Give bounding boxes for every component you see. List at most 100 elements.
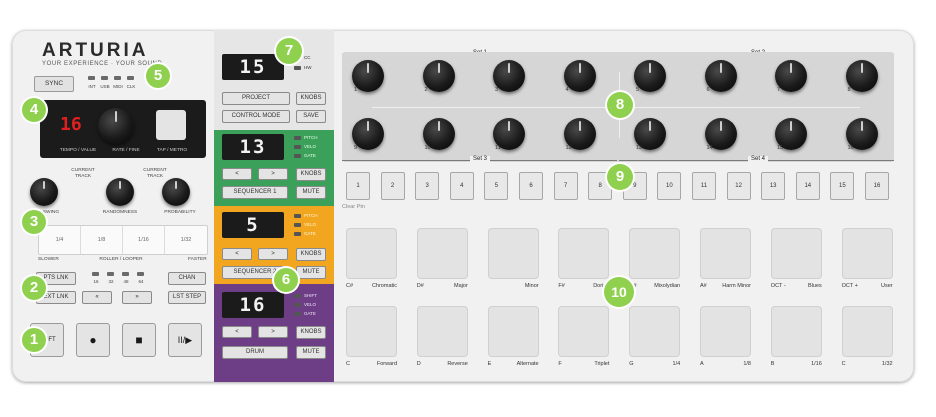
- stop-button[interactable]: ■: [122, 323, 156, 357]
- sync-led-usb: [101, 76, 108, 80]
- pad-function-label: 1/32: [881, 361, 893, 367]
- encoder-number: 3: [495, 87, 499, 93]
- swing-knob[interactable]: [30, 178, 58, 206]
- drum-pad[interactable]: [770, 306, 822, 357]
- last-step-button[interactable]: LST STEP: [168, 291, 206, 304]
- seq2-next-button[interactable]: >: [258, 248, 288, 260]
- drum-pad[interactable]: [558, 306, 610, 357]
- drum-pad[interactable]: [416, 228, 468, 279]
- step-button[interactable]: 14: [795, 172, 820, 200]
- roller-cell[interactable]: 1/8: [81, 226, 123, 254]
- seq2-knobs-button[interactable]: KNOBS: [296, 248, 326, 261]
- pad-function-label: Mixolydian: [654, 283, 681, 289]
- roller-touch-strip[interactable]: 1/4 1/8 1/16 1/32: [38, 225, 208, 255]
- save-button[interactable]: SAVE: [296, 110, 326, 123]
- length-forward-button[interactable]: »: [122, 291, 152, 304]
- step-button[interactable]: 7: [553, 172, 578, 200]
- seq2-prev-button[interactable]: <: [222, 248, 252, 260]
- pad-function-label: Alternate: [516, 361, 539, 367]
- encoder-number: 10: [424, 145, 431, 151]
- shift-led: [294, 294, 301, 298]
- length-label: 32: [108, 279, 114, 284]
- set-4-label: Set 4: [748, 156, 769, 162]
- length-led-32: [107, 272, 114, 276]
- drum-pad[interactable]: [487, 306, 539, 357]
- drum-pad[interactable]: [629, 228, 681, 279]
- drum-mute-button[interactable]: MUTE: [296, 346, 326, 359]
- seq1-prev-button[interactable]: <: [222, 168, 252, 180]
- seq1-knobs-button[interactable]: KNOBS: [296, 168, 326, 181]
- sync-button[interactable]: SYNC: [34, 76, 74, 92]
- probability-label: PROBABILITY: [164, 210, 196, 215]
- length-label: 64: [138, 279, 144, 284]
- drum-pad[interactable]: [346, 306, 397, 357]
- drum-pad[interactable]: [346, 228, 397, 279]
- pitch-label: PITCH: [304, 135, 318, 140]
- step-button[interactable]: 12: [726, 172, 751, 200]
- step-button[interactable]: 16: [865, 172, 889, 200]
- roller-cell[interactable]: 1/16: [123, 226, 165, 254]
- probability-knob[interactable]: [162, 178, 190, 206]
- drum-prev-button[interactable]: <: [222, 326, 252, 338]
- record-button[interactable]: ●: [76, 323, 110, 357]
- length-back-button[interactable]: «: [82, 291, 112, 304]
- step-button[interactable]: 5: [484, 172, 509, 200]
- chan-button[interactable]: CHAN: [168, 272, 206, 285]
- slower-label: SLOWER: [38, 257, 59, 262]
- project-button[interactable]: PROJECT: [222, 92, 290, 105]
- tap-pad[interactable]: [156, 110, 186, 140]
- callout-badge: 10: [604, 277, 634, 307]
- drum-pad[interactable]: [558, 228, 610, 279]
- project-block: 15 CC HW PROJECT KNOBS CONTROL MODE SAVE: [214, 30, 334, 130]
- step-button[interactable]: 2: [380, 172, 405, 200]
- seq1-next-button[interactable]: >: [258, 168, 288, 180]
- drum-button[interactable]: DRUM: [222, 346, 288, 359]
- callout-badge: 6: [274, 268, 298, 292]
- drum-pad[interactable]: [841, 306, 893, 357]
- pitch-led: [294, 214, 301, 218]
- pad-function-label: Reverse: [447, 361, 468, 367]
- drum-next-button[interactable]: >: [258, 326, 288, 338]
- step-button[interactable]: 15: [830, 172, 855, 200]
- pitch-label: PITCH: [304, 213, 318, 218]
- seq2-mute-button[interactable]: MUTE: [296, 266, 326, 279]
- step-button[interactable]: 6: [519, 172, 543, 200]
- drum-pad[interactable]: [841, 228, 893, 279]
- pad-function-label: Major: [454, 283, 468, 289]
- drum-pad[interactable]: [700, 306, 751, 357]
- step-button[interactable]: 4: [449, 172, 474, 200]
- hw-label: HW: [304, 65, 312, 70]
- step-button[interactable]: 10: [657, 172, 682, 200]
- step-button[interactable]: 1: [346, 172, 370, 200]
- hw-led: [294, 66, 301, 70]
- pad-function-label: User: [880, 283, 893, 289]
- faster-label: FASTER: [188, 257, 207, 262]
- step-button[interactable]: 3: [415, 172, 440, 200]
- pad-function-label: Forward: [376, 361, 397, 367]
- seq2-display: 5: [222, 212, 284, 238]
- encoder-number: 7: [777, 87, 781, 93]
- roller-cell[interactable]: 1/32: [165, 226, 207, 254]
- roller-cell[interactable]: 1/4: [39, 226, 81, 254]
- drum-pad[interactable]: [700, 228, 751, 279]
- step-button[interactable]: 13: [761, 172, 786, 200]
- current-track-label: CURRENT TRACK: [143, 168, 167, 179]
- brand-logo: ARTURIA: [42, 40, 149, 61]
- play-pause-button[interactable]: II/▶: [168, 323, 202, 357]
- encoder-number: 1: [354, 87, 358, 93]
- velo-label: VELO: [304, 222, 317, 227]
- drum-pad[interactable]: [629, 306, 681, 357]
- step-button[interactable]: 11: [692, 172, 716, 200]
- drum-pad[interactable]: [416, 306, 468, 357]
- sync-led-int: [88, 76, 95, 80]
- sequencer-1-button[interactable]: SEQUENCER 1: [222, 186, 288, 199]
- drum-knobs-button[interactable]: KNOBS: [296, 326, 326, 339]
- drum-pad[interactable]: [487, 228, 539, 279]
- drum-pad[interactable]: [770, 228, 822, 279]
- rate-label: RATE / FINE: [112, 148, 140, 153]
- randomness-knob[interactable]: [106, 178, 134, 206]
- project-knobs-button[interactable]: KNOBS: [296, 92, 326, 105]
- seq1-mute-button[interactable]: MUTE: [296, 186, 326, 199]
- control-mode-button[interactable]: CONTROL MODE: [222, 110, 290, 123]
- tempo-knob[interactable]: [98, 108, 134, 144]
